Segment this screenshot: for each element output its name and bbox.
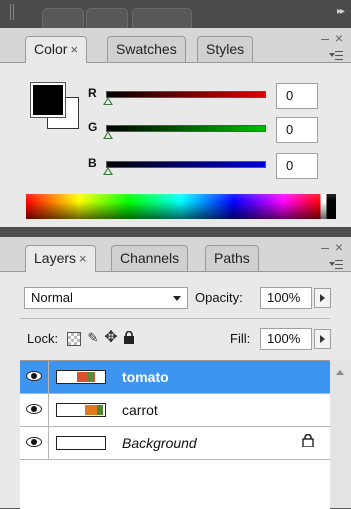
tab-styles[interactable]: Styles	[197, 36, 254, 62]
visibility-cell[interactable]	[20, 427, 49, 459]
tab-close-icon[interactable]: ×	[79, 251, 87, 266]
panel-menu-icon[interactable]	[329, 260, 343, 270]
green-value-input[interactable]: 0	[276, 117, 318, 143]
layers-scrollbar[interactable]	[330, 360, 351, 508]
red-slider-thumb[interactable]	[103, 97, 113, 105]
layer-row-background[interactable]: Background	[20, 427, 330, 460]
layer-name[interactable]: tomato	[122, 369, 169, 385]
red-slider[interactable]	[106, 91, 266, 98]
blend-mode-select[interactable]: Normal	[24, 287, 188, 309]
tab-channels[interactable]: Channels	[111, 245, 189, 271]
green-channel-label: G	[88, 120, 98, 134]
blue-slider-thumb[interactable]	[103, 167, 113, 175]
opacity-label: Opacity:	[195, 290, 243, 305]
brush-icon[interactable]: ✎	[86, 331, 100, 345]
opacity-flyout-button[interactable]	[314, 288, 331, 308]
blend-mode-value: Normal	[31, 290, 73, 305]
lock-icon[interactable]	[122, 330, 136, 345]
minimize-icon[interactable]: –	[321, 30, 329, 46]
layer-lock-icon	[302, 433, 314, 450]
tab-color[interactable]: Color ×	[25, 36, 88, 63]
layer-name[interactable]: carrot	[122, 402, 158, 418]
tab-swatches[interactable]: Swatches	[107, 36, 186, 62]
layer-thumbnail	[56, 370, 106, 384]
move-icon[interactable]: ✥	[104, 330, 118, 346]
chevron-down-icon	[173, 296, 181, 301]
green-slider-thumb[interactable]	[103, 131, 113, 139]
close-icon[interactable]: ×	[335, 239, 343, 255]
tab-paths[interactable]: Paths	[205, 245, 259, 271]
eye-icon[interactable]	[26, 404, 42, 414]
red-channel-label: R	[88, 86, 97, 100]
ghost-tab	[132, 8, 192, 29]
panel-menu-icon[interactable]	[329, 51, 343, 61]
opacity-input[interactable]: 100%	[260, 287, 312, 309]
red-value-input[interactable]: 0	[276, 83, 318, 109]
foreground-color-swatch[interactable]	[30, 82, 66, 118]
fill-flyout-button[interactable]	[314, 329, 331, 349]
transparency-lock-icon[interactable]	[67, 332, 81, 346]
minimize-icon[interactable]: –	[321, 239, 329, 255]
tab-styles-label: Styles	[206, 41, 245, 57]
tab-close-icon[interactable]: ×	[70, 42, 78, 57]
eye-icon[interactable]	[26, 437, 42, 447]
dock-grip-handle[interactable]	[10, 4, 16, 20]
blue-value-input[interactable]: 0	[276, 153, 318, 179]
lock-label: Lock:	[27, 331, 59, 346]
layer-thumbnail	[56, 436, 106, 450]
visibility-cell[interactable]	[20, 394, 49, 426]
close-icon[interactable]: ×	[335, 30, 343, 46]
green-slider[interactable]	[106, 125, 266, 132]
tab-color-label: Color	[34, 41, 68, 57]
ghost-tab	[86, 8, 128, 29]
collapse-icon[interactable]: ▸▸	[337, 6, 345, 17]
blue-channel-label: B	[88, 156, 97, 170]
tab-paths-label: Paths	[214, 250, 250, 266]
layers-list: tomato carrot Background	[20, 360, 330, 509]
layer-row-carrot[interactable]: carrot	[20, 394, 330, 427]
scroll-up-icon[interactable]	[336, 370, 344, 375]
color-spectrum-shade	[26, 194, 336, 219]
eye-icon[interactable]	[26, 371, 42, 381]
tab-layers[interactable]: Layers ×	[25, 245, 96, 272]
layer-row-tomato[interactable]: tomato	[20, 361, 330, 394]
panel-divider[interactable]	[0, 227, 351, 237]
tab-layers-label: Layers	[34, 250, 77, 266]
fill-input[interactable]: 100%	[260, 328, 312, 350]
layer-name[interactable]: Background	[122, 435, 197, 451]
separator	[20, 318, 330, 319]
layer-thumbnail	[56, 403, 106, 417]
visibility-cell[interactable]	[20, 361, 49, 393]
ghost-tab	[42, 8, 84, 29]
tab-channels-label: Channels	[120, 250, 180, 266]
blue-slider[interactable]	[106, 161, 266, 168]
fill-label: Fill:	[230, 331, 251, 346]
tab-swatches-label: Swatches	[116, 41, 177, 57]
